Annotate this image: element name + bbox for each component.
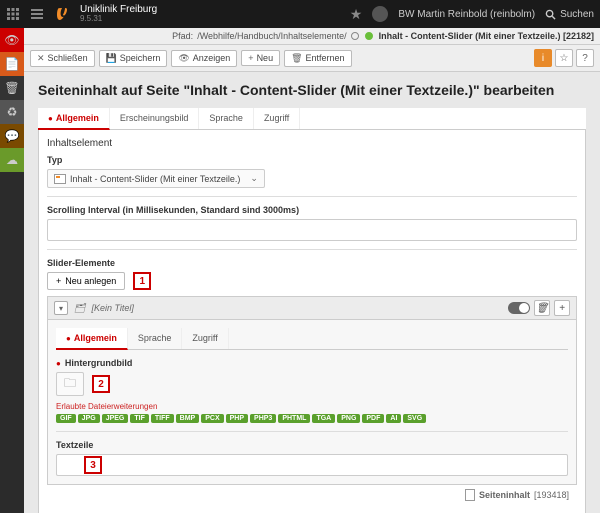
file-ext-badge: JPG: [78, 414, 100, 423]
main-area: Pfad: /Webhilfe/Handbuch/Inhaltselemente…: [24, 28, 600, 513]
module-list-icon[interactable]: 📄: [0, 52, 24, 76]
file-ext-badge: PCX: [201, 414, 223, 423]
file-ext-badge: PNG: [337, 414, 360, 423]
status-dot-green-icon: [365, 32, 373, 40]
view-button[interactable]: 👁Anzeigen: [171, 50, 237, 67]
file-ext-badge: BMP: [176, 414, 200, 423]
breadcrumb: Pfad: /Webhilfe/Handbuch/Inhaltselemente…: [24, 28, 600, 45]
nested-tab-general[interactable]: Allgemein: [56, 328, 128, 350]
module-trash-icon[interactable]: 🗑: [0, 76, 24, 100]
collapse-toggle-icon[interactable]: ▾: [54, 301, 68, 315]
slider-element-title: [Kein Titel]: [91, 303, 133, 313]
content-element-heading: Inhaltselement: [47, 138, 577, 149]
nested-tab-access[interactable]: Zugriff: [182, 328, 228, 349]
delete-element-button[interactable]: 🗑: [534, 300, 550, 316]
user-avatar-icon[interactable]: [372, 6, 388, 22]
textline-label: Textzeile: [56, 440, 568, 450]
module-sidebar: 👁 📄 🗑 ♻ 💬 ☁: [0, 28, 24, 513]
typo3-logo-icon: [54, 6, 70, 22]
interval-label: Scrolling Interval (in Millisekunden, St…: [47, 205, 577, 215]
new-button[interactable]: +Neu: [241, 50, 280, 66]
file-browser-button[interactable]: 🗀: [56, 372, 84, 396]
bookmark-star-icon[interactable]: ★: [350, 6, 363, 23]
file-ext-badge: AI: [386, 414, 401, 423]
module-log-icon[interactable]: 💬: [0, 124, 24, 148]
site-name: Uniklinik Freiburg 9.5.31: [80, 4, 157, 24]
remove-button[interactable]: 🗑Entfernen: [284, 50, 351, 67]
app-grid-icon[interactable]: [6, 7, 20, 21]
content-type-icon: [54, 174, 66, 184]
topbar: Uniklinik Freiburg 9.5.31 ★ BW Martin Re…: [0, 0, 600, 28]
nested-tab-language[interactable]: Sprache: [128, 328, 183, 349]
content-element-icon: 🗂: [74, 303, 85, 314]
background-image-label: Hintergrundbild: [56, 358, 568, 368]
annotation-marker-3: 3: [84, 456, 102, 474]
slider-element-panel: ▾ 🗂 [Kein Titel] 🗑 + Allgemein Sprache: [47, 296, 577, 485]
plus-icon: +: [56, 276, 61, 286]
status-dot-icon: [351, 32, 359, 40]
interval-input[interactable]: [47, 219, 577, 241]
page-icon: [465, 489, 475, 501]
close-button[interactable]: ✕Schließen: [30, 50, 95, 67]
visibility-toggle[interactable]: [508, 302, 530, 314]
file-ext-badge: PHP3: [250, 414, 276, 423]
file-ext-badge: TIFF: [151, 414, 174, 423]
slider-elements-label: Slider-Elemente: [47, 258, 577, 268]
textline-input[interactable]: [56, 454, 568, 476]
tab-language[interactable]: Sprache: [199, 108, 254, 129]
chevron-down-icon: ⌄: [250, 173, 258, 184]
info-button[interactable]: i: [534, 49, 552, 67]
footer-meta: Seiteninhalt [193418]: [47, 485, 577, 505]
tab-access[interactable]: Zugriff: [254, 108, 300, 129]
add-slider-element-button[interactable]: +Neu anlegen: [47, 272, 125, 290]
slider-element-header[interactable]: ▾ 🗂 [Kein Titel] 🗑 +: [48, 297, 576, 320]
action-toolbar: ✕Schließen 💾Speichern 👁Anzeigen +Neu 🗑En…: [24, 45, 600, 72]
module-recycler-icon[interactable]: ♻: [0, 100, 24, 124]
file-ext-badge: GIF: [56, 414, 76, 423]
bookmark-button[interactable]: ☆: [555, 49, 573, 67]
file-ext-badge: JPEG: [102, 414, 129, 423]
page-title: Seiteninhalt auf Seite "Inhalt - Content…: [38, 82, 586, 98]
file-ext-badge: TGA: [312, 414, 335, 423]
annotation-marker-1: 1: [133, 272, 151, 290]
file-ext-badge: SVG: [403, 414, 426, 423]
module-cloud-icon[interactable]: ☁: [0, 148, 24, 172]
module-page-icon[interactable]: 👁: [0, 28, 24, 52]
type-select[interactable]: Inhalt - Content-Slider (Mit einer Textz…: [47, 169, 265, 188]
type-label: Typ: [47, 155, 577, 165]
file-ext-badge: PHTML: [278, 414, 310, 423]
add-element-button[interactable]: +: [554, 300, 570, 316]
file-ext-badges: GIFJPGJPEGTIFTIFFBMPPCXPHPPHP3PHTMLTGAPN…: [56, 414, 568, 423]
plus-icon: +: [248, 53, 253, 63]
main-panel: Inhaltselement Typ Inhalt - Content-Slid…: [38, 130, 586, 513]
file-ext-badge: PDF: [362, 414, 384, 423]
user-name[interactable]: BW Martin Reinbold (reinbolm): [398, 9, 535, 20]
tab-appearance[interactable]: Erscheinungsbild: [110, 108, 200, 129]
search-box[interactable]: Suchen: [545, 9, 594, 20]
allowed-ext-label: Erlaubte Dateierweiterungen: [56, 402, 568, 411]
search-icon: [545, 9, 556, 20]
help-button[interactable]: ?: [576, 49, 594, 67]
annotation-marker-2: 2: [92, 375, 110, 393]
eye-icon: 👁: [178, 53, 189, 64]
main-tabs: Allgemein Erscheinungsbild Sprache Zugri…: [38, 108, 586, 130]
save-button[interactable]: 💾Speichern: [99, 50, 168, 67]
file-ext-badge: TIF: [130, 414, 149, 423]
file-ext-badge: PHP: [226, 414, 248, 423]
folder-icon: 🗀: [64, 374, 76, 395]
save-icon: 💾: [106, 53, 117, 64]
tab-general[interactable]: Allgemein: [38, 108, 110, 130]
trash-icon: 🗑: [291, 53, 302, 64]
nested-tabs: Allgemein Sprache Zugriff: [56, 328, 568, 350]
close-icon: ✕: [37, 53, 45, 64]
list-icon[interactable]: [30, 7, 44, 21]
